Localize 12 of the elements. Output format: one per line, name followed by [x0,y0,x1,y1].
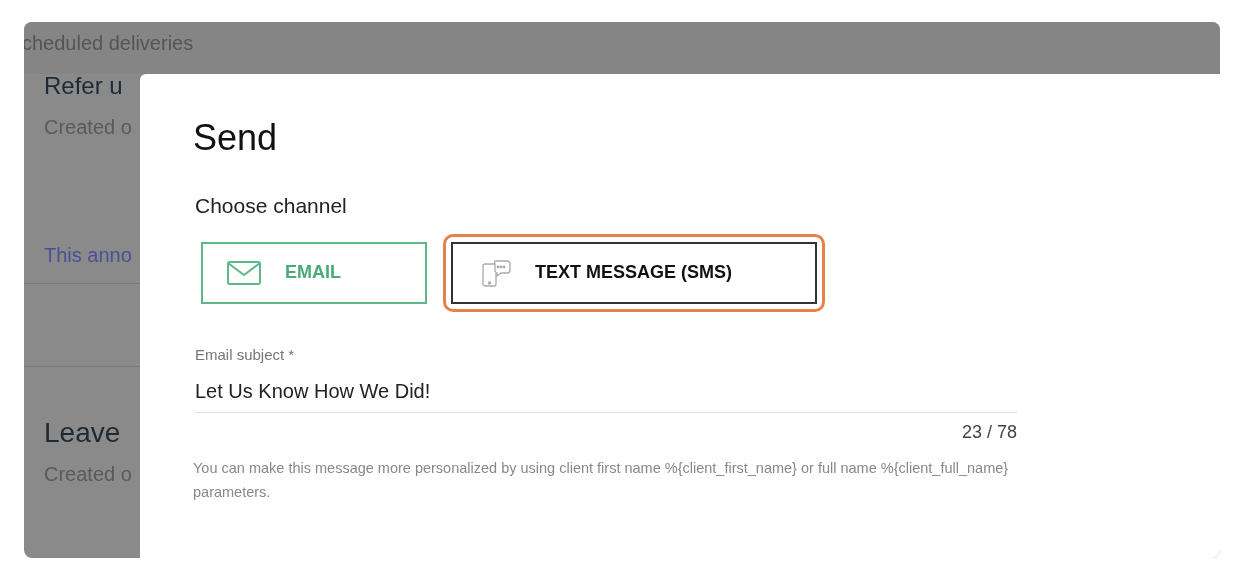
field-value: Let Us Know How We Did! [195,379,432,404]
channel-label: Choose channel [195,193,348,219]
phone-chat-icon [481,257,511,288]
sms-channel-button[interactable]: TEXT MESSAGE (SMS) [451,241,817,304]
card-title: Leave [44,417,122,449]
field-label: Email subject * [195,344,296,365]
card-title: Refer u [44,74,124,101]
help-text: You can make this message more personalized by using client first name %{client_first_name} or full name %{client_full_name} parameters. [193,459,1010,502]
character-counter: 23 / 78 [961,421,1017,444]
dialog-title: Send [193,116,279,160]
envelope-icon [227,260,261,285]
subject-field[interactable]: Email subject * Let Us Know How We Did! [195,343,1017,413]
